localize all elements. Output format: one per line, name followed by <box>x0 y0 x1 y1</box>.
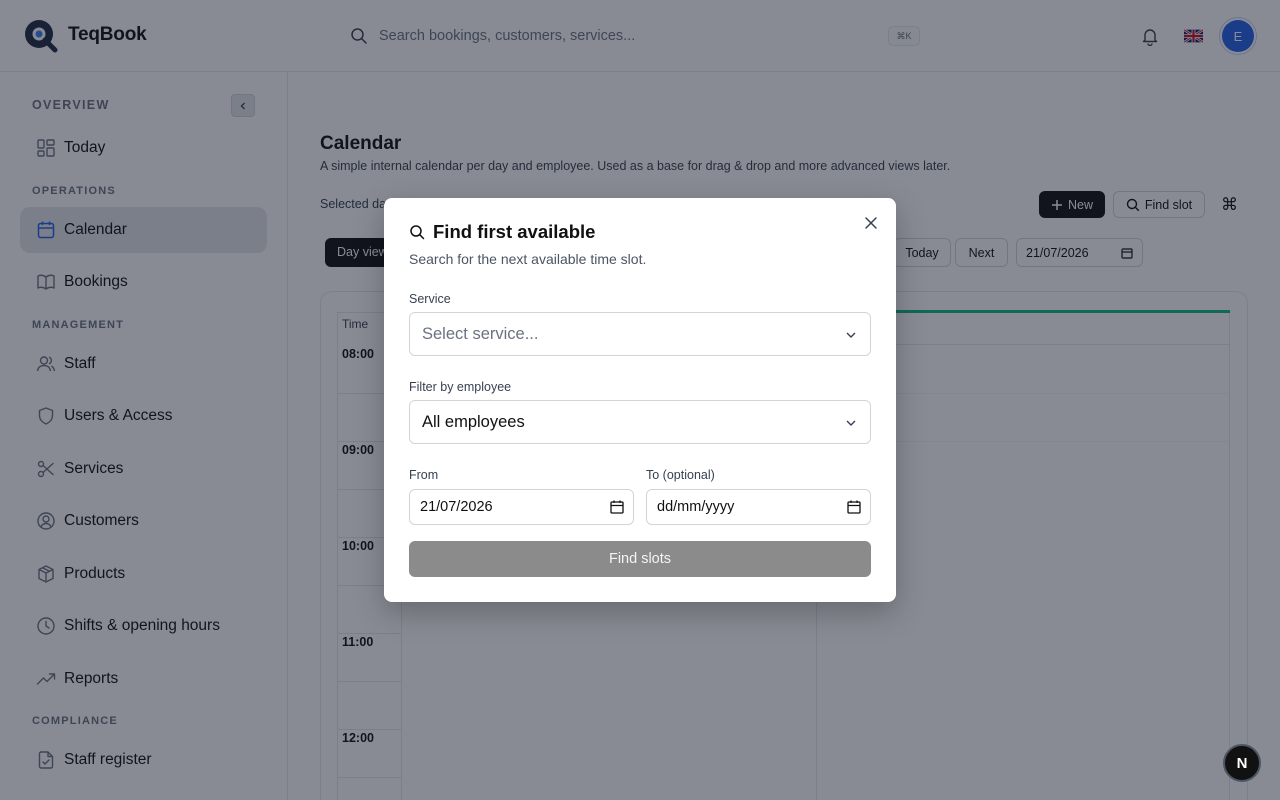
service-placeholder: Select service... <box>422 325 539 343</box>
to-date-input[interactable]: dd/mm/yyyy <box>646 489 871 525</box>
help-button[interactable]: N <box>1223 744 1261 782</box>
close-icon[interactable] <box>863 215 879 231</box>
to-label: To (optional) <box>646 468 715 482</box>
from-date-input[interactable]: 21/07/2026 <box>409 489 634 525</box>
dialog-title: Find first available <box>433 221 596 242</box>
calendar-icon[interactable] <box>847 500 861 514</box>
employee-value: All employees <box>422 413 525 431</box>
chevron-down-icon <box>846 332 856 338</box>
employee-filter-label: Filter by employee <box>409 380 512 394</box>
from-label: From <box>409 468 439 482</box>
employee-select[interactable]: All employees <box>409 400 871 444</box>
search-icon <box>410 225 425 240</box>
service-label: Service <box>409 292 451 306</box>
find-first-available-dialog: Find first available Search for the next… <box>384 198 896 602</box>
from-date-value: 21/07/2026 <box>420 499 493 515</box>
calendar-icon[interactable] <box>610 500 624 514</box>
to-date-placeholder: dd/mm/yyyy <box>657 499 735 515</box>
dialog-subtitle: Search for the next available time slot. <box>409 251 647 267</box>
service-select[interactable]: Select service... <box>409 312 871 356</box>
chevron-down-icon <box>846 420 856 426</box>
find-slots-button[interactable]: Find slots <box>409 541 871 577</box>
